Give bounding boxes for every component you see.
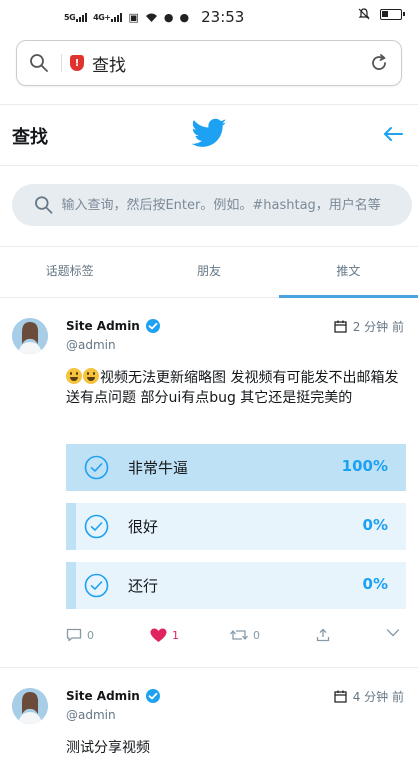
poll-option-percent: 100% — [341, 457, 388, 475]
author-handle[interactable]: @admin — [66, 708, 116, 722]
arrow-left-icon[interactable] — [382, 123, 404, 145]
clock: 23:53 — [201, 8, 245, 26]
comment-icon — [66, 628, 82, 642]
author-handle[interactable]: @admin — [66, 338, 116, 352]
author-name-text: Site Admin — [66, 319, 140, 333]
grin-emoji-icon — [66, 368, 82, 384]
poll-option-label: 很好 — [128, 518, 159, 536]
avatar[interactable] — [12, 318, 48, 354]
poll-option-label: 还行 — [128, 577, 159, 595]
verified-icon — [145, 689, 160, 703]
search-input[interactable] — [61, 197, 412, 213]
sim-icon: ▣ — [128, 10, 139, 24]
chat-icon: ● — [179, 10, 190, 24]
post-time: 4 分钟 前 — [334, 688, 404, 705]
tab-bar: 话题标签 朋友 推文 — [0, 246, 418, 298]
tab-friends[interactable]: 朋友 — [139, 247, 278, 297]
status-right — [358, 8, 405, 20]
reply-button[interactable]: 0 — [66, 628, 94, 642]
poll-option[interactable]: 非常牛逼 100% — [66, 444, 406, 491]
status-bar: 5G 4G+ ▣ ● ● 23:53 — [0, 0, 418, 32]
avatar[interactable] — [12, 688, 48, 724]
tab-tweets[interactable]: 推文 — [278, 247, 418, 298]
post-time-text: 4 分钟 前 — [352, 690, 404, 704]
poll-option[interactable]: 还行 0% — [66, 562, 406, 609]
network-label-2: 4G+ — [93, 12, 111, 22]
tweet-text: 视频无法更新缩略图 发视频有可能发不出邮箱发送有点问题 部分ui有点bug 其它… — [66, 368, 400, 408]
retweet-count: 0 — [253, 628, 260, 642]
check-circle-icon — [84, 573, 109, 598]
calendar-icon — [334, 690, 347, 703]
search-icon[interactable] — [29, 53, 49, 73]
post-time: 2 分钟 前 — [334, 318, 404, 335]
mute-icon — [358, 8, 370, 20]
network-label-1: 5G — [64, 12, 76, 22]
author-name-text: Site Admin — [66, 689, 140, 703]
tweet-card[interactable]: Site Admin @admin 2 分钟 前 视频无法更新缩略图 发视频有可… — [0, 298, 418, 668]
tweet-card[interactable]: Site Admin @admin 4 分钟 前 测试分享视频 — [0, 668, 418, 757]
browser-query-text[interactable]: 查找 — [92, 51, 369, 76]
signal-bars-icon — [76, 12, 88, 22]
browser-search-bar[interactable]: ! 查找 — [16, 40, 402, 86]
tweet-text-body: 视频无法更新缩略图 发视频有可能发不出邮箱发送有点问题 部分ui有点bug 其它… — [66, 370, 399, 406]
heart-icon — [150, 628, 167, 642]
calendar-icon — [334, 320, 347, 333]
signal-bars-icon — [111, 12, 123, 22]
tweet-text: 测试分享视频 — [66, 740, 150, 756]
author-name[interactable]: Site Admin — [66, 318, 161, 334]
check-circle-icon — [84, 455, 109, 480]
search-box[interactable] — [12, 184, 412, 226]
wifi-icon — [145, 13, 157, 22]
poll-option-percent: 0% — [362, 575, 388, 593]
poll-option-percent: 0% — [362, 516, 388, 534]
reply-count: 0 — [87, 628, 94, 642]
tab-hashtags[interactable]: 话题标签 — [0, 247, 139, 297]
reload-icon[interactable] — [369, 53, 389, 73]
app-header: 查找 — [0, 104, 418, 166]
share-button[interactable] — [316, 628, 330, 642]
poll-bar-edge — [66, 503, 76, 550]
avatar-image — [12, 688, 48, 724]
search-icon — [35, 196, 53, 214]
post-time-text: 2 分钟 前 — [352, 320, 404, 334]
like-count: 1 — [172, 629, 179, 642]
chevron-down-icon — [386, 629, 400, 637]
signal-5g: 5G — [64, 12, 88, 22]
battery-icon — [380, 8, 405, 20]
page-title: 查找 — [12, 127, 48, 148]
check-circle-icon — [84, 514, 109, 539]
retweet-button[interactable]: 0 — [230, 628, 260, 642]
avatar-image — [12, 318, 48, 354]
tweet-actions: 0 1 0 — [66, 628, 406, 648]
retweet-icon — [230, 629, 248, 641]
more-button[interactable] — [386, 628, 400, 638]
verified-icon — [145, 319, 160, 333]
poll-bar-edge — [66, 562, 76, 609]
grin-emoji-icon — [83, 368, 99, 384]
app-notification-icon: ● — [163, 10, 174, 24]
like-button[interactable]: 1 — [150, 628, 179, 643]
signal-4g: 4G+ — [93, 12, 123, 22]
twitter-bird-icon[interactable] — [190, 115, 228, 153]
poll-option[interactable]: 很好 0% — [66, 503, 406, 550]
author-name[interactable]: Site Admin — [66, 688, 161, 704]
status-left: 5G 4G+ ▣ ● ● 23:53 — [64, 8, 244, 26]
divider — [61, 54, 62, 72]
poll-option-label: 非常牛逼 — [128, 459, 189, 477]
shield-icon[interactable]: ! — [70, 55, 84, 71]
share-icon — [316, 628, 330, 642]
